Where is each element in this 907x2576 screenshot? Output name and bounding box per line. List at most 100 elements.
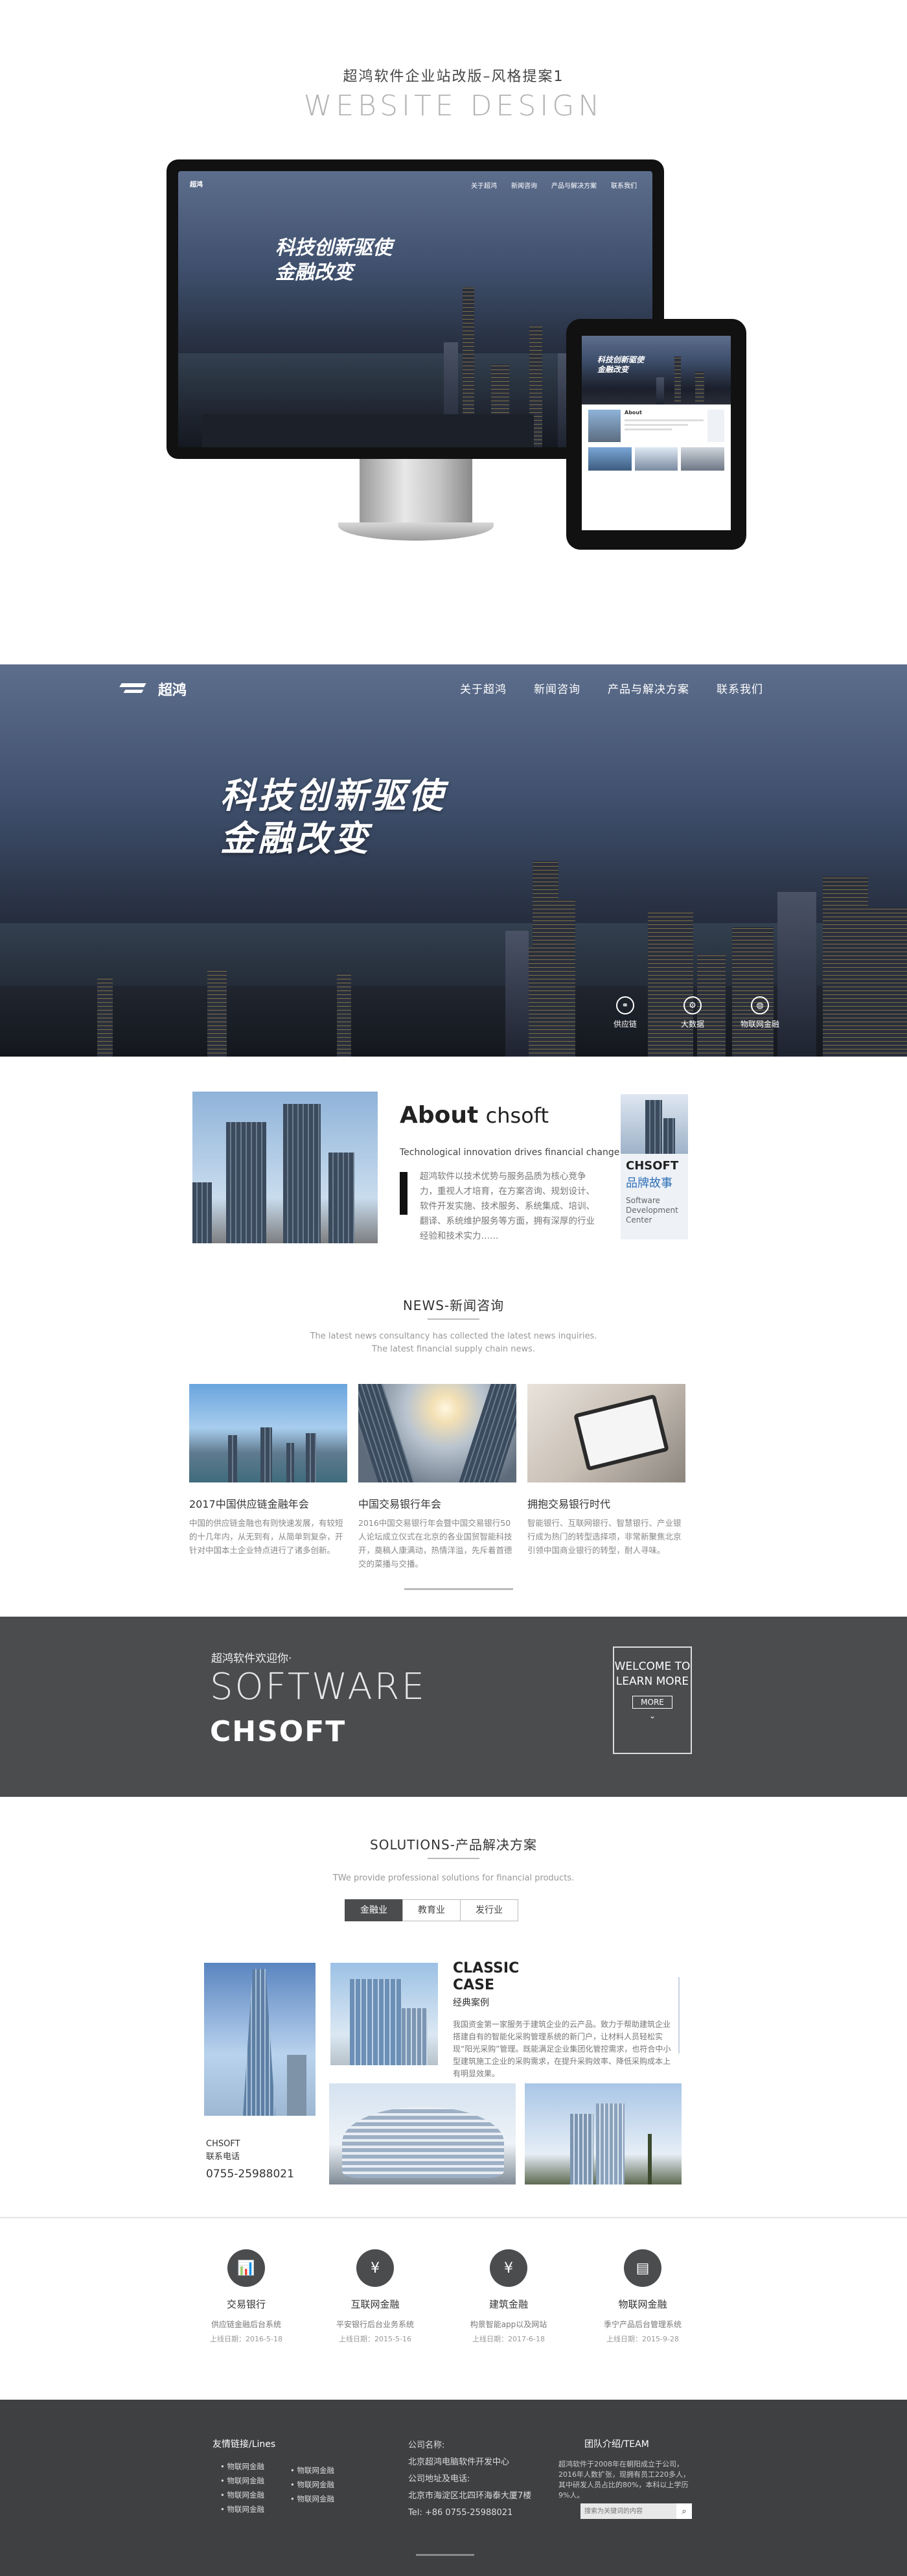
company-address: 北京市海淀区北四环海泰大厦7楼 — [408, 2491, 532, 2501]
service-item[interactable]: 📊 交易银行 供应链金融后台系统 上线日期：2016-5-18 — [198, 2249, 295, 2344]
service-date: 上线日期：2015-9-28 — [606, 2335, 679, 2343]
solutions-title-divider — [428, 1858, 479, 1859]
news-title[interactable]: 2017中国供应链金融年会 — [189, 1495, 347, 1511]
solution-image-glass[interactable] — [330, 1963, 438, 2065]
more-button[interactable]: MORE — [632, 1696, 672, 1709]
footer-team-text: 超鸿软件于2008年在朝阳成立于公司，2016年人数扩张，现拥有员工220多人，… — [558, 2460, 690, 2500]
brand-story-card[interactable]: CHSOFT 品牌故事 Software Development Center — [621, 1094, 688, 1239]
tab-publishing[interactable]: 发行业 — [460, 1899, 518, 1921]
yen-icon: ¥ — [356, 2249, 394, 2287]
page: 超鸿软件企业站改版–风格提案1 WEBSITE DESIGN 超鸿 关于超鸿 新闻… — [0, 0, 907, 2576]
mockup-title: WEBSITE DESIGN — [303, 89, 604, 123]
contact-phone: 0755-25988021 — [206, 2168, 294, 2181]
services-divider — [0, 2217, 907, 2218]
footer-links-col2: 物联网金融 物联网金融 物联网金融 — [290, 2463, 334, 2506]
news-section-title: NEWS-新闻咨询 — [402, 1298, 505, 1313]
nav-link-about[interactable]: 关于超鸿 — [460, 680, 507, 696]
hero-line-2: 金融改变 — [220, 818, 371, 859]
news-item[interactable]: 2017中国供应链金融年会 中国的供应链金融也有则快速发展，有较短的十几年内，从… — [189, 1384, 347, 1557]
service-item[interactable]: ¥ 互联网金融 平安银行后台业务系统 上线日期：2015-5-16 — [327, 2249, 424, 2344]
footer-company-info: 公司名称: 北京超鸿电脑软件开发中心 公司地址及电话: 北京市海淀区北四环海泰大… — [408, 2437, 531, 2522]
tablet-screen: 科技创新驱使 金融改变 About — [582, 336, 731, 530]
tablet-mockup: 科技创新驱使 金融改变 About — [566, 319, 746, 550]
yen-bold-icon: ¥ — [490, 2249, 527, 2287]
tab-finance[interactable]: 金融业 — [345, 1899, 403, 1921]
case-scroll-bar[interactable] — [678, 1977, 680, 2054]
service-item[interactable]: ¥ 建筑金融 构景智能app以及网站 上线日期：2017-6-18 — [460, 2249, 557, 2344]
nav-link-contact[interactable]: 联系我们 — [717, 680, 763, 696]
footer-links-title: 友情链接/Lines — [212, 2439, 276, 2450]
industry-tabs: 金融业 教育业 发行业 — [345, 1899, 518, 1921]
site-footer: 友情链接/Lines 物联网金融 物联网金融 物联网金融 物联网金融 物联网金融… — [0, 2400, 907, 2576]
service-desc: 平安银行后台业务系统 — [336, 2320, 414, 2329]
contact-label: 联系电话 — [206, 2152, 240, 2162]
about-accent-bar — [400, 1172, 408, 1215]
case-subtitle: 经典案例 — [453, 1998, 489, 2008]
footer-search: ⌕ — [580, 2503, 692, 2519]
solution-image-curved[interactable] — [329, 2083, 516, 2184]
news-desc-1: The latest news consultancy has collecte… — [310, 1331, 597, 1341]
news-title[interactable]: 中国交易银行年会 — [358, 1495, 516, 1511]
footer-link[interactable]: 物联网金融 — [220, 2474, 264, 2488]
about-text: 超鸿软件以技术优势与服务品质为核心竞争力，重视人才培育，在方案咨询、规划设计、软… — [420, 1171, 595, 1241]
feature-big-data[interactable]: ⚙ 大数据 — [669, 996, 717, 1029]
feature-supply-chain[interactable]: ⚭ 供应链 — [601, 996, 649, 1029]
band-small-text: 超鸿软件欢迎你· — [211, 1652, 292, 1665]
feature-iot-finance[interactable]: ◍ 物联网金融 — [736, 996, 784, 1029]
footer-link[interactable]: 物联网金融 — [290, 2463, 334, 2477]
site-logo[interactable]: 超鸿 — [121, 679, 187, 699]
news-item[interactable]: 拥抱交易银行时代 智能银行、互联网银行、智慧银行、产业银行成为热门的转型选择项，… — [527, 1384, 685, 1557]
tab-education[interactable]: 教育业 — [402, 1899, 461, 1921]
mini-hero-text: 科技创新驱使 金融改变 — [275, 237, 392, 284]
footer-link[interactable]: 物联网金融 — [290, 2477, 334, 2492]
solution-image-tower[interactable] — [204, 1963, 316, 2116]
about-image — [192, 1092, 378, 1243]
contact-company: CHSOFT — [206, 2139, 240, 2149]
chain-icon: ⚭ — [616, 996, 634, 1014]
brand-card-cn: 品牌故事 — [626, 1177, 672, 1190]
address-label: 公司地址及电话: — [408, 2474, 470, 2484]
footer-pager-bar — [416, 2554, 474, 2556]
footer-link[interactable]: 物联网金融 — [290, 2492, 334, 2506]
hero-banner: 超鸿 关于超鸿 新闻咨询 产品与解决方案 联系我们 科技创新驱使 金融改变 ⚭ … — [0, 664, 907, 1057]
nav-link-products[interactable]: 产品与解决方案 — [608, 680, 689, 696]
tablet-hero-text: 科技创新驱使 金融改变 — [597, 355, 645, 374]
footer-link[interactable]: 物联网金融 — [220, 2459, 264, 2474]
news-title[interactable]: 拥抱交易银行时代 — [527, 1495, 685, 1511]
service-desc: 供应链金融后台系统 — [211, 2320, 281, 2329]
imac-base — [338, 522, 494, 541]
search-icon[interactable]: ⌕ — [676, 2503, 692, 2519]
band-chsoft-text: CHSOFT — [210, 1715, 347, 1748]
search-input[interactable] — [580, 2503, 676, 2519]
company-tel: Tel: +86 0755-25988021 — [408, 2508, 513, 2518]
news-desc-2: The latest financial supply chain news. — [371, 1344, 536, 1354]
service-title: 互联网金融 — [350, 2299, 400, 2310]
mini-nav: 关于超鸿 新闻咨询 产品与解决方案 联系我们 — [471, 183, 637, 190]
service-title: 建筑金融 — [488, 2299, 528, 2310]
mockup-subtitle: 超鸿软件企业站改版–风格提案1 — [343, 69, 564, 85]
service-item[interactable]: ▤ 物联网金融 季宁产品后台管理系统 上线日期：2015-9-28 — [594, 2249, 691, 2344]
news-image — [189, 1384, 347, 1482]
about-subtitle: Technological innovation drives financia… — [400, 1147, 620, 1158]
news-title-divider — [428, 1318, 479, 1320]
company-name: 北京超鸿电脑软件开发中心 — [408, 2457, 510, 2467]
hero-headline: 科技创新驱使 金融改变 — [220, 775, 446, 860]
nav-link-news[interactable]: 新闻咨询 — [534, 680, 580, 696]
learn-more-box[interactable]: WELCOME TO LEARN MORE MORE ⌄ — [613, 1646, 692, 1754]
news-pager-bar[interactable] — [404, 1588, 513, 1590]
footer-links-col1: 物联网金融 物联网金融 物联网金融 物联网金融 — [220, 2459, 264, 2516]
case-text: 我国资金第一家服务于建筑企业的云产品。致力于帮助建筑企业搭建自有的智能化采购管理… — [453, 2020, 671, 2078]
welcome-band: 超鸿软件欢迎你· SOFTWARE CHSOFT WELCOME TO LEAR… — [0, 1617, 907, 1797]
footer-link[interactable]: 物联网金融 — [220, 2502, 264, 2516]
service-desc: 构景智能app以及网站 — [470, 2320, 547, 2329]
nav-links: 关于超鸿 新闻咨询 产品与解决方案 联系我们 — [460, 680, 763, 696]
solution-image-towers[interactable] — [525, 2083, 682, 2184]
news-item[interactable]: 中国交易银行年会 2016中国交易银行年会暨中国交易银行50人论坛成立仪式在北京… — [358, 1384, 516, 1571]
document-icon: ▤ — [624, 2249, 661, 2287]
news-text: 中国的供应链金融也有则快速发展，有较短的十几年内，从无到有，从简单到复杂，开针对… — [189, 1518, 343, 1555]
service-date: 上线日期：2015-5-16 — [339, 2335, 411, 2343]
footer-link[interactable]: 物联网金融 — [220, 2488, 264, 2502]
service-title: 交易银行 — [226, 2299, 266, 2310]
news-image — [527, 1384, 685, 1482]
logo-mark-icon — [121, 681, 146, 697]
